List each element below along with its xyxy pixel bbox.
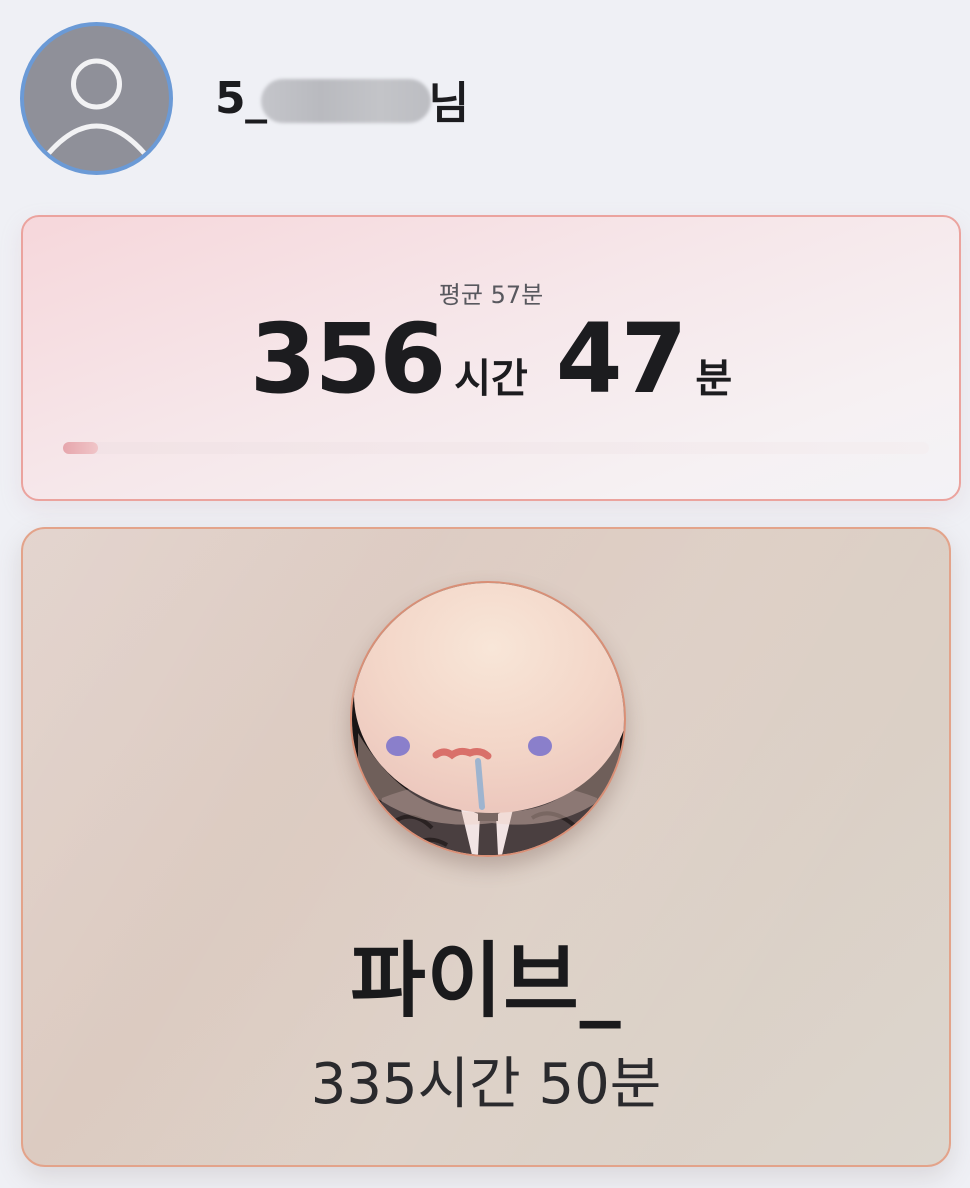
total-time-card: 평균 57분 356 시간 47 분 bbox=[21, 215, 961, 501]
redacted-name bbox=[260, 78, 431, 123]
total-time: 356 시간 47 분 bbox=[23, 303, 959, 415]
username: 5_ 님 bbox=[215, 67, 469, 131]
progress-bar bbox=[63, 442, 929, 454]
default-user-icon bbox=[45, 58, 148, 157]
top-user-time: 335시간 50분 bbox=[310, 1052, 662, 1117]
average-label: 평균 57분 bbox=[438, 281, 544, 309]
top-user-name: 파이브_ bbox=[350, 934, 622, 1029]
total-minutes: 47 bbox=[555, 303, 688, 415]
username-prefix: 5_ bbox=[215, 73, 267, 124]
total-hours: 356 bbox=[249, 303, 446, 415]
username-suffix: 님 bbox=[428, 77, 469, 129]
user-header: 5_ 님 bbox=[20, 22, 469, 175]
top-user-avatar bbox=[350, 581, 626, 857]
progress-fill bbox=[63, 442, 98, 454]
minutes-unit: 분 bbox=[695, 356, 733, 402]
hours-unit: 시간 bbox=[454, 356, 528, 402]
character-avatar-icon bbox=[352, 583, 624, 855]
user-avatar[interactable] bbox=[20, 22, 173, 175]
top-user-card[interactable]: 파이브_ 335시간 50분 bbox=[21, 527, 951, 1167]
